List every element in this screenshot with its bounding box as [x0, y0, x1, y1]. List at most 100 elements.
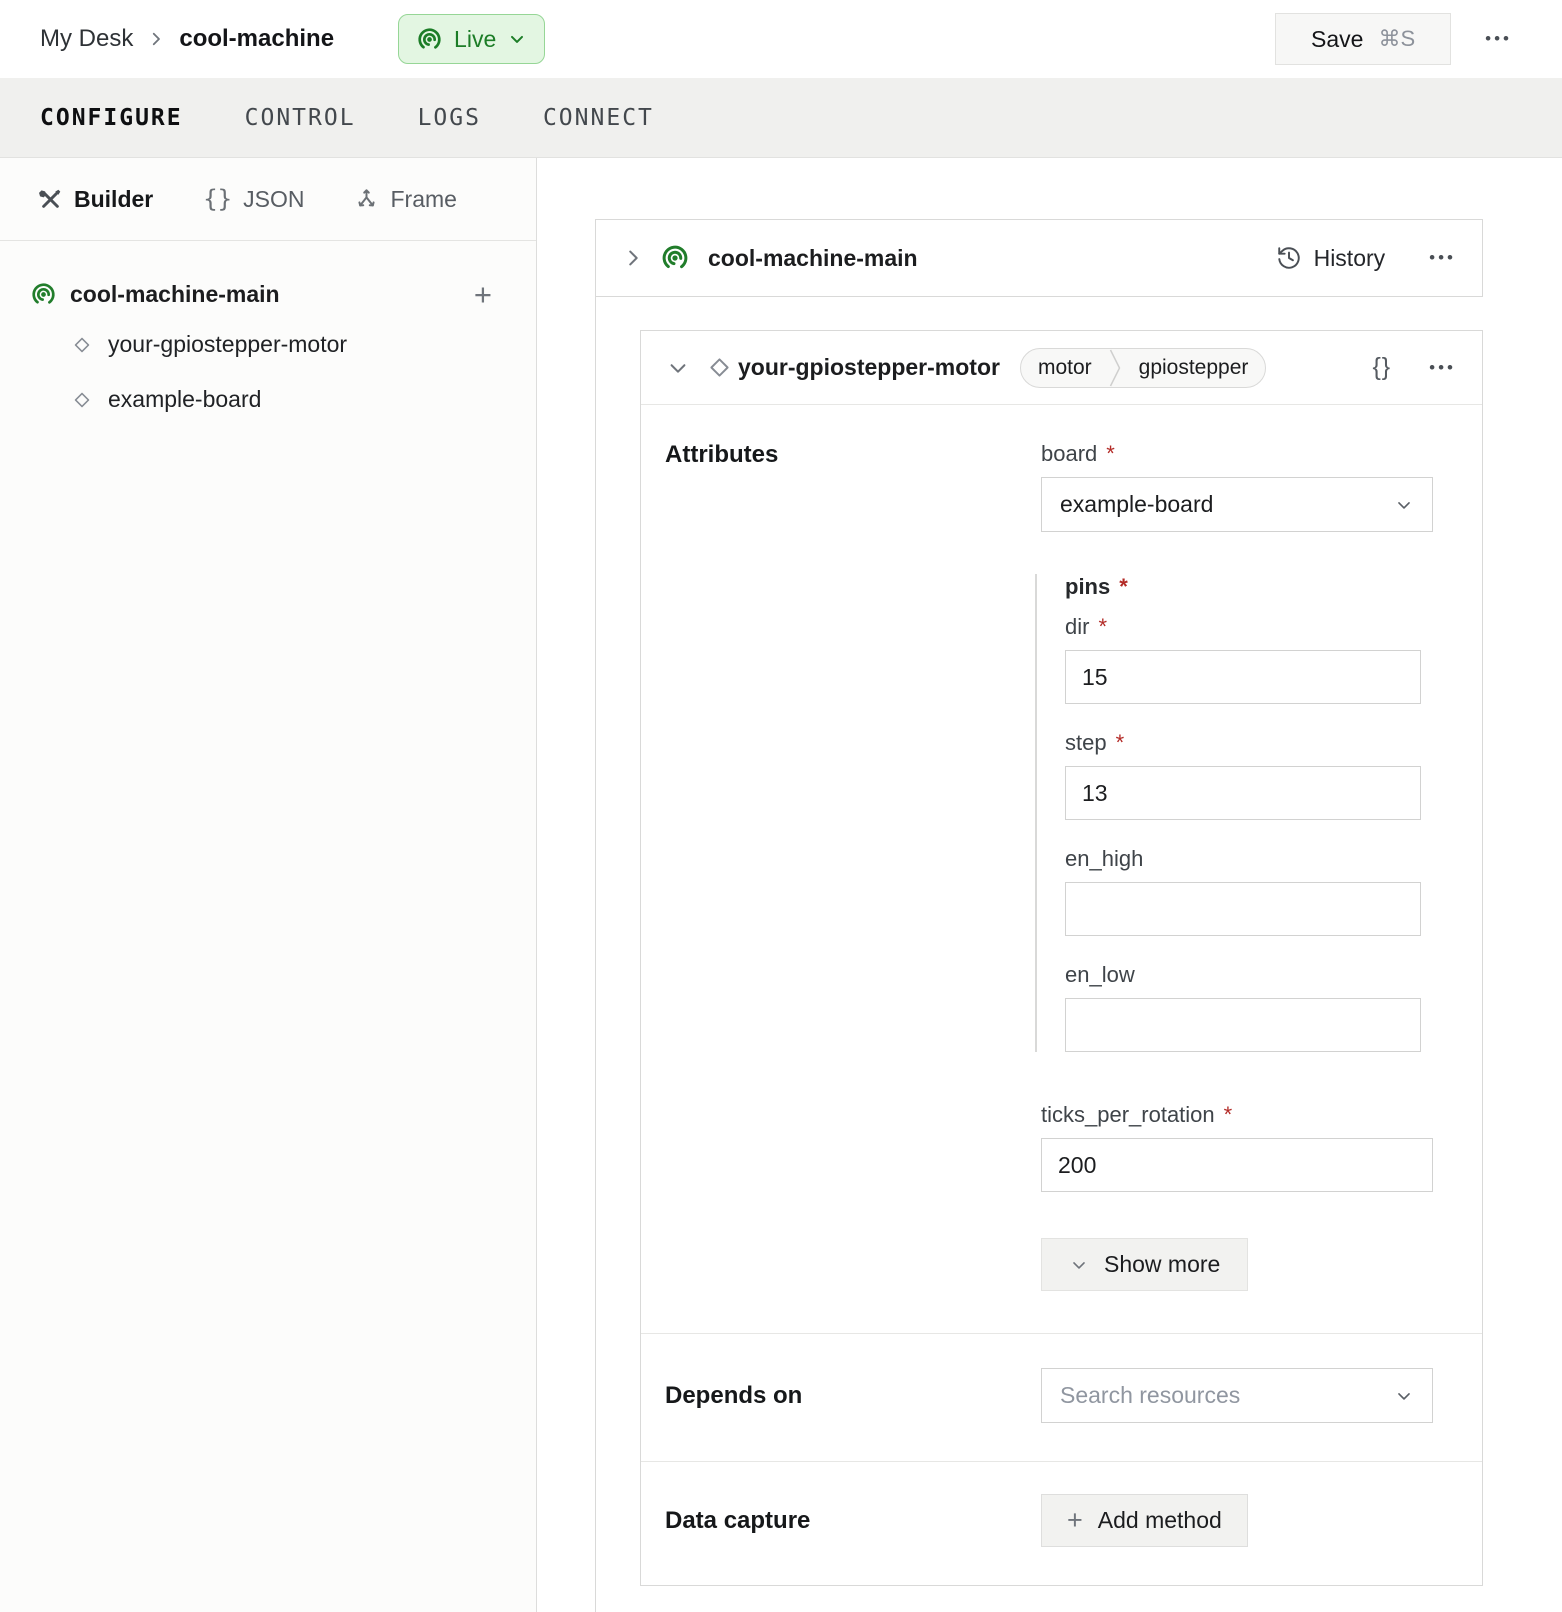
component-type-pill: motor gpiostepper — [1020, 348, 1266, 388]
show-more-button[interactable]: Show more — [1041, 1238, 1248, 1291]
edit-json-icon[interactable]: {} — [1372, 353, 1391, 382]
tree-item-example-board[interactable]: example-board — [30, 372, 492, 427]
tab-configure[interactable]: CONFIGURE — [40, 105, 183, 131]
required-mark: * — [1098, 614, 1107, 640]
diamond-icon — [707, 355, 732, 380]
config-sidebar: Builder {} JSON Frame — [0, 158, 537, 1612]
view-tab-json-label: JSON — [243, 186, 304, 213]
attributes-form: board * example-board pins * — [1041, 441, 1433, 1291]
required-mark: * — [1116, 730, 1125, 756]
tree-item-machine-part-label: cool-machine-main — [70, 281, 280, 308]
live-label: Live — [454, 26, 496, 53]
expand-part-chevron-icon[interactable] — [622, 247, 644, 269]
add-component-button[interactable]: + — [474, 279, 492, 310]
braces-icon: {} — [203, 185, 232, 213]
pin-field-en-low: en_low — [1065, 962, 1433, 1052]
depends-on-placeholder: Search resources — [1060, 1382, 1240, 1409]
component-more-menu-icon[interactable]: ••• — [1429, 358, 1456, 378]
required-mark: * — [1106, 441, 1115, 467]
viam-part-icon — [660, 243, 690, 273]
ticks-per-rotation-field: ticks_per_rotation * — [1041, 1102, 1433, 1192]
breadcrumb: My Desk cool-machine — [40, 25, 334, 53]
tab-connect[interactable]: CONNECT — [543, 105, 654, 131]
ticks-per-rotation-label: ticks_per_rotation — [1041, 1102, 1215, 1128]
dir-input[interactable] — [1065, 650, 1421, 704]
config-view-tabs: Builder {} JSON Frame — [0, 158, 536, 241]
part-more-menu-icon[interactable]: ••• — [1429, 248, 1456, 268]
component-model: gpiostepper — [1122, 356, 1266, 380]
chevron-down-icon — [1394, 495, 1414, 515]
tree-item-gpiostepper-motor[interactable]: your-gpiostepper-motor — [30, 317, 492, 372]
view-tab-frame-label: Frame — [390, 186, 456, 213]
diamond-icon — [72, 335, 92, 355]
tree-item-machine-part[interactable]: cool-machine-main + — [30, 271, 492, 317]
component-card-header: your-gpiostepper-motor motor gpiostepper… — [641, 331, 1482, 405]
tree-item-example-board-label: example-board — [108, 386, 261, 413]
live-status-dropdown[interactable]: Live — [398, 14, 545, 64]
en-low-input[interactable] — [1065, 998, 1421, 1052]
pin-field-dir: dir * — [1065, 614, 1433, 704]
depends-on-select[interactable]: Search resources — [1041, 1368, 1433, 1423]
view-tab-builder-label: Builder — [74, 186, 153, 213]
history-icon — [1276, 245, 1302, 271]
viam-part-icon — [30, 281, 57, 308]
required-mark: * — [1119, 574, 1128, 600]
data-capture-section: Data capture + Add method — [641, 1461, 1482, 1585]
tree-item-gpiostepper-motor-label: your-gpiostepper-motor — [108, 331, 347, 358]
topbar: My Desk cool-machine Live Save ⌘S ••• — [0, 0, 1562, 78]
pin-field-step: step * — [1065, 730, 1433, 820]
tools-icon — [38, 187, 63, 212]
board-label: board — [1041, 441, 1097, 467]
topbar-actions: Save ⌘S ••• — [1275, 13, 1512, 65]
view-tab-json[interactable]: {} JSON — [203, 185, 304, 213]
collapse-component-chevron-icon[interactable] — [667, 357, 689, 379]
add-method-label: Add method — [1098, 1507, 1222, 1534]
pin-field-en-high: en_high — [1065, 846, 1433, 936]
attributes-section: Attributes board * example-board — [641, 405, 1482, 1333]
machine-part-card: cool-machine-main History ••• — [595, 219, 1483, 297]
save-label: Save — [1311, 26, 1363, 53]
component-type: motor — [1021, 356, 1109, 380]
breadcrumb-separator-icon — [147, 30, 165, 48]
board-field: board * example-board — [1041, 441, 1433, 532]
ticks-per-rotation-input[interactable] — [1041, 1138, 1433, 1192]
add-method-button[interactable]: + Add method — [1041, 1494, 1248, 1547]
step-input[interactable] — [1065, 766, 1421, 820]
component-card-title: your-gpiostepper-motor — [738, 354, 1000, 381]
show-more-label: Show more — [1104, 1251, 1220, 1278]
depends-on-section: Depends on Search resources — [641, 1333, 1482, 1461]
machine-tabbar: CONFIGURE CONTROL LOGS CONNECT — [0, 78, 1562, 158]
depends-on-heading: Depends on — [665, 1382, 1041, 1410]
tree-connector-line — [595, 297, 596, 1612]
view-tab-builder[interactable]: Builder — [38, 186, 153, 213]
board-select[interactable]: example-board — [1041, 477, 1433, 532]
data-capture-heading: Data capture — [665, 1507, 1041, 1535]
view-tab-frame[interactable]: Frame — [354, 186, 456, 213]
chevron-down-icon — [1394, 1386, 1414, 1406]
breadcrumb-current: cool-machine — [179, 25, 334, 53]
pins-group: pins * dir * step — [1035, 574, 1433, 1052]
step-label: step — [1065, 730, 1107, 756]
diamond-icon — [72, 390, 92, 410]
machine-more-menu-icon[interactable]: ••• — [1485, 29, 1512, 49]
en-high-input[interactable] — [1065, 882, 1421, 936]
tab-logs[interactable]: LOGS — [418, 105, 481, 131]
save-button[interactable]: Save ⌘S — [1275, 13, 1451, 65]
part-card-title: cool-machine-main — [708, 245, 918, 272]
pins-label: pins — [1065, 574, 1110, 600]
history-label: History — [1314, 245, 1386, 272]
component-card-gpiostepper: your-gpiostepper-motor motor gpiostepper… — [640, 330, 1483, 1586]
history-button[interactable]: History — [1276, 245, 1386, 272]
required-mark: * — [1224, 1102, 1233, 1128]
chevron-down-icon — [507, 29, 527, 49]
en-high-label: en_high — [1065, 846, 1143, 872]
save-shortcut-hint: ⌘S — [1378, 26, 1415, 52]
board-select-value: example-board — [1060, 491, 1213, 518]
pill-divider-icon — [1109, 349, 1122, 387]
frame-axes-icon — [354, 187, 379, 212]
attributes-heading: Attributes — [665, 441, 1041, 1291]
resource-tree: cool-machine-main + your-gpiostepper-mot… — [0, 241, 536, 427]
dir-label: dir — [1065, 614, 1089, 640]
breadcrumb-parent-link[interactable]: My Desk — [40, 25, 133, 53]
tab-control[interactable]: CONTROL — [245, 105, 356, 131]
